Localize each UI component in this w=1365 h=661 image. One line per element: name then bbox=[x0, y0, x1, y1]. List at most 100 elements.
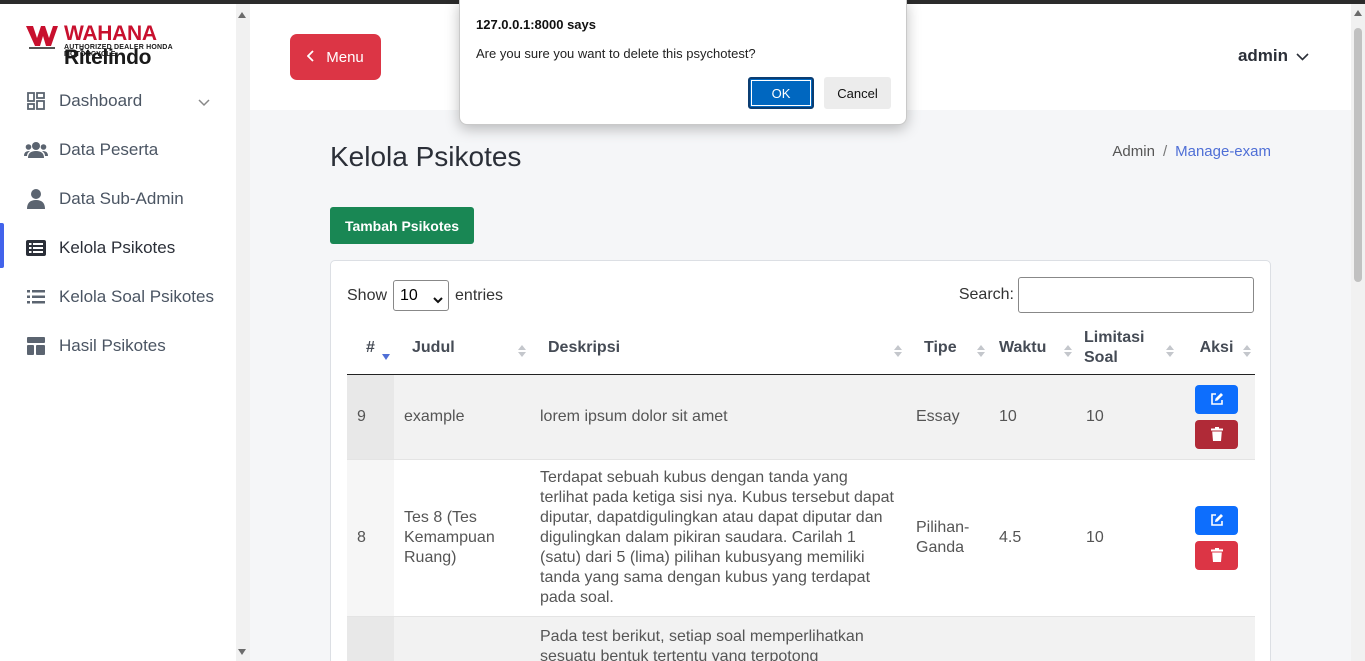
cell-deskripsi: Terdapat sebuah kubus dengan tanda yang … bbox=[530, 458, 906, 616]
cell-waktu: 10 bbox=[989, 373, 1076, 459]
scrollbar-thumb[interactable] bbox=[1354, 28, 1362, 282]
sort-icon bbox=[1064, 343, 1072, 363]
trash-icon bbox=[1210, 548, 1223, 562]
username: admin bbox=[1237, 46, 1288, 65]
cell-tipe: Pilihan-Ganda bbox=[906, 458, 989, 616]
sidebar: WAHANA Ritelindo AUTHORIZED DEALER HONDA… bbox=[0, 4, 236, 661]
entries-label: entries bbox=[455, 286, 504, 304]
edit-icon bbox=[1210, 514, 1223, 526]
dialog-cancel-button[interactable]: Cancel bbox=[824, 77, 891, 109]
column-header-waktu[interactable]: Waktu bbox=[989, 322, 1076, 375]
sort-desc-icon bbox=[382, 346, 390, 366]
edit-button[interactable] bbox=[1195, 384, 1238, 414]
sort-icon bbox=[977, 343, 985, 363]
menu-button-label: Menu bbox=[326, 48, 364, 66]
cell-judul: example bbox=[394, 373, 530, 459]
column-header-limitasi-soal[interactable]: Limitasi Soal bbox=[1076, 322, 1178, 375]
page-title: Kelola Psikotes bbox=[330, 141, 522, 172]
sidebar-item-kelola-psikotes[interactable]: Kelola Psikotes bbox=[0, 223, 236, 272]
table-row: 9 example lorem ipsum dolor sit amet Ess… bbox=[347, 373, 1255, 459]
sidebar-item-dashboard[interactable]: Dashboard bbox=[0, 76, 236, 125]
entries-control: Show 10 entries bbox=[347, 280, 503, 311]
cell-limitasi bbox=[1076, 615, 1178, 661]
sidebar-scrollbar[interactable] bbox=[236, 4, 250, 661]
sidebar-item-label: Hasil Psikotes bbox=[59, 335, 166, 355]
sort-icon bbox=[518, 343, 526, 363]
dashboard-icon bbox=[24, 89, 48, 113]
cell-aksi bbox=[1178, 458, 1255, 616]
sort-icon bbox=[1166, 343, 1174, 363]
brand-logo[interactable]: WAHANA Ritelindo AUTHORIZED DEALER HONDA… bbox=[26, 22, 226, 69]
cell-id bbox=[347, 615, 394, 661]
delete-button[interactable] bbox=[1195, 540, 1238, 570]
chevron-down-icon bbox=[198, 92, 210, 112]
main-scrollbar[interactable] bbox=[1351, 4, 1365, 661]
sidebar-item-label: Dashboard bbox=[59, 90, 143, 110]
dialog-ok-button[interactable]: OK bbox=[748, 77, 814, 109]
psikotes-table: # Judul Deskripsi Tipe Waktu Limitasi So… bbox=[347, 322, 1255, 661]
sidebar-nav: Dashboard Data Peserta Data Sub-Admin Ke… bbox=[0, 76, 236, 370]
brand-tagline: AUTHORIZED DEALER HONDA MOTORCYCLE bbox=[64, 44, 173, 58]
cell-waktu: 4.5 bbox=[989, 458, 1076, 616]
sidebar-item-data-peserta[interactable]: Data Peserta bbox=[0, 125, 236, 174]
scroll-up-arrow-icon[interactable] bbox=[238, 12, 246, 18]
user-dropdown[interactable]: admin bbox=[1238, 46, 1309, 66]
sidebar-item-kelola-soal-psikotes[interactable]: Kelola Soal Psikotes bbox=[0, 272, 236, 321]
column-header-tipe[interactable]: Tipe bbox=[906, 322, 989, 375]
breadcrumb-root[interactable]: Admin bbox=[1112, 143, 1155, 160]
cell-id: 8 bbox=[347, 458, 394, 616]
cell-judul: Tes 8 (Tes Kemampuan Ruang) bbox=[394, 458, 530, 616]
column-header-id[interactable]: # bbox=[347, 322, 394, 375]
layout-icon bbox=[24, 334, 48, 358]
cell-deskripsi: lorem ipsum dolor sit amet bbox=[530, 373, 906, 459]
user-icon bbox=[24, 187, 48, 211]
show-label: Show bbox=[347, 286, 388, 304]
chevron-down-icon bbox=[1296, 46, 1309, 66]
delete-button[interactable] bbox=[1195, 419, 1238, 449]
users-icon bbox=[24, 138, 48, 162]
breadcrumb-current[interactable]: Manage-exam bbox=[1175, 143, 1271, 160]
cell-waktu bbox=[989, 615, 1076, 661]
trash-icon bbox=[1210, 427, 1223, 441]
sidebar-item-label: Data Sub-Admin bbox=[59, 188, 184, 208]
cell-aksi bbox=[1178, 615, 1255, 661]
table-row: 8 Tes 8 (Tes Kemampuan Ruang) Terdapat s… bbox=[347, 458, 1255, 616]
cell-aksi bbox=[1178, 373, 1255, 459]
table-row: Pada test berikut, setiap soal memperlih… bbox=[347, 615, 1255, 661]
search-label: Search: bbox=[958, 286, 1014, 303]
cell-id: 9 bbox=[347, 373, 394, 459]
chevron-left-icon bbox=[306, 49, 314, 66]
sidebar-item-label: Data Peserta bbox=[59, 139, 159, 159]
entries-select[interactable]: 10 bbox=[393, 280, 450, 311]
menu-button[interactable]: Menu bbox=[290, 34, 381, 80]
column-header-judul[interactable]: Judul bbox=[394, 322, 530, 375]
sidebar-item-data-sub-admin[interactable]: Data Sub-Admin bbox=[0, 174, 236, 223]
cell-tipe: Essay bbox=[906, 373, 989, 459]
edit-icon bbox=[1210, 393, 1223, 405]
sidebar-item-label: Kelola Soal Psikotes bbox=[59, 286, 214, 306]
cell-tipe bbox=[906, 615, 989, 661]
scroll-down-arrow-icon[interactable] bbox=[238, 649, 246, 655]
sidebar-item-hasil-psikotes[interactable]: Hasil Psikotes bbox=[0, 321, 236, 370]
breadcrumb: Admin / Manage-exam bbox=[1112, 143, 1271, 160]
cell-judul bbox=[394, 615, 530, 661]
edit-button[interactable] bbox=[1195, 505, 1238, 535]
dialog-origin: 127.0.0.1:8000 says bbox=[476, 17, 596, 32]
add-psikotes-button[interactable]: Tambah Psikotes bbox=[330, 207, 474, 244]
sort-icon bbox=[1243, 343, 1251, 363]
list-icon bbox=[24, 285, 48, 309]
cell-deskripsi: Pada test berikut, setiap soal memperlih… bbox=[530, 615, 906, 661]
sidebar-item-label: Kelola Psikotes bbox=[59, 237, 176, 257]
dialog-message: Are you sure you want to delete this psy… bbox=[476, 46, 756, 61]
search-control: Search: bbox=[959, 277, 1254, 313]
scroll-up-arrow-icon[interactable] bbox=[1354, 10, 1362, 16]
search-input[interactable] bbox=[1018, 277, 1254, 313]
table-card: Show 10 entries Search: # Judul Deskrips… bbox=[330, 260, 1271, 661]
wahana-logo-icon bbox=[26, 26, 58, 49]
cell-limitasi: 10 bbox=[1076, 373, 1178, 459]
confirm-dialog: 127.0.0.1:8000 says Are you sure you wan… bbox=[459, 0, 907, 125]
column-header-deskripsi[interactable]: Deskripsi bbox=[530, 322, 906, 375]
breadcrumb-separator: / bbox=[1162, 143, 1168, 160]
column-header-aksi[interactable]: Aksi bbox=[1178, 322, 1255, 375]
cell-limitasi: 10 bbox=[1076, 458, 1178, 616]
